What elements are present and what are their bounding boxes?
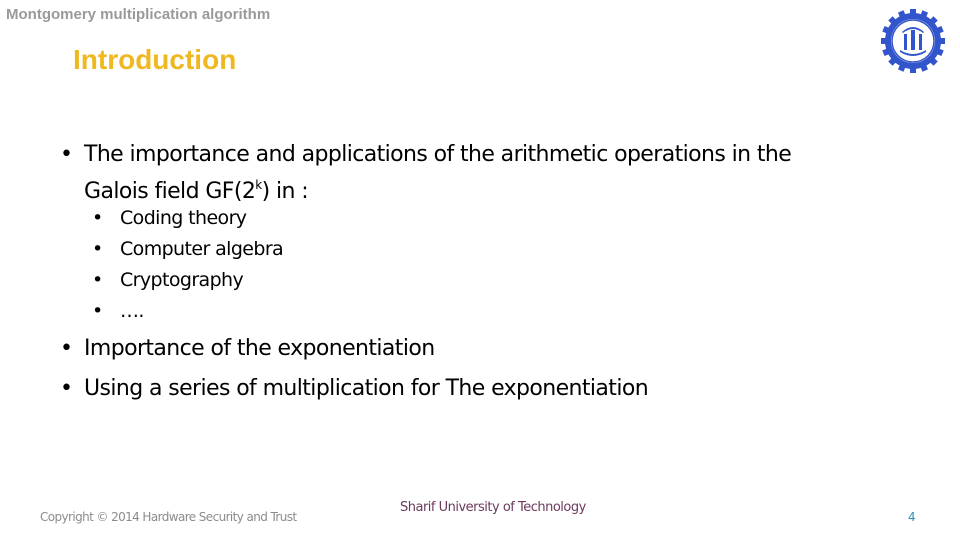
bullet-item-continuation: Galois field GF(2k) in : [84,170,309,207]
bullet-glyph: • [92,238,103,260]
sharif-university-logo-icon [880,8,946,74]
bullet-text: Galois field GF(2 [84,179,256,204]
bullet-item: • Using a series of multiplication for Th… [60,374,649,404]
bullet-glyph: • [92,300,103,322]
sub-bullet-text: Coding theory [120,207,247,229]
bullet-text: The importance and applications of the a… [84,142,792,167]
sub-bullet-item: • Coding theory [92,205,247,231]
bullet-glyph: • [60,142,73,167]
slide-title: Introduction [73,44,237,75]
bullet-glyph: • [92,207,103,229]
bullet-text: ) in : [261,179,309,204]
sub-bullet-text: Cryptography [120,269,244,291]
sub-bullet-item: • …. [92,298,144,324]
bullet-item: • The importance and applications of the … [60,140,792,170]
bullet-text: Importance of the exponentiation [84,336,435,361]
bullet-glyph: • [60,376,73,401]
bullet-item: • Importance of the exponentiation [60,334,435,364]
bullet-text: Using a series of multiplication for The… [84,376,649,401]
page-number: 4 [908,510,916,524]
bullet-glyph: • [60,336,73,361]
sub-bullet-text: Computer algebra [120,238,284,260]
sub-bullet-text: …. [120,300,144,322]
sub-bullet-item: • Computer algebra [92,236,284,262]
deck-title: Montgomery multiplication algorithm [6,6,271,23]
footer-institution: Sharif University of Technology [400,500,586,515]
bullet-glyph: • [92,269,103,291]
footer-copyright: Copyright © 2014 Hardware Security and T… [40,510,297,524]
sub-bullet-item: • Cryptography [92,267,244,293]
